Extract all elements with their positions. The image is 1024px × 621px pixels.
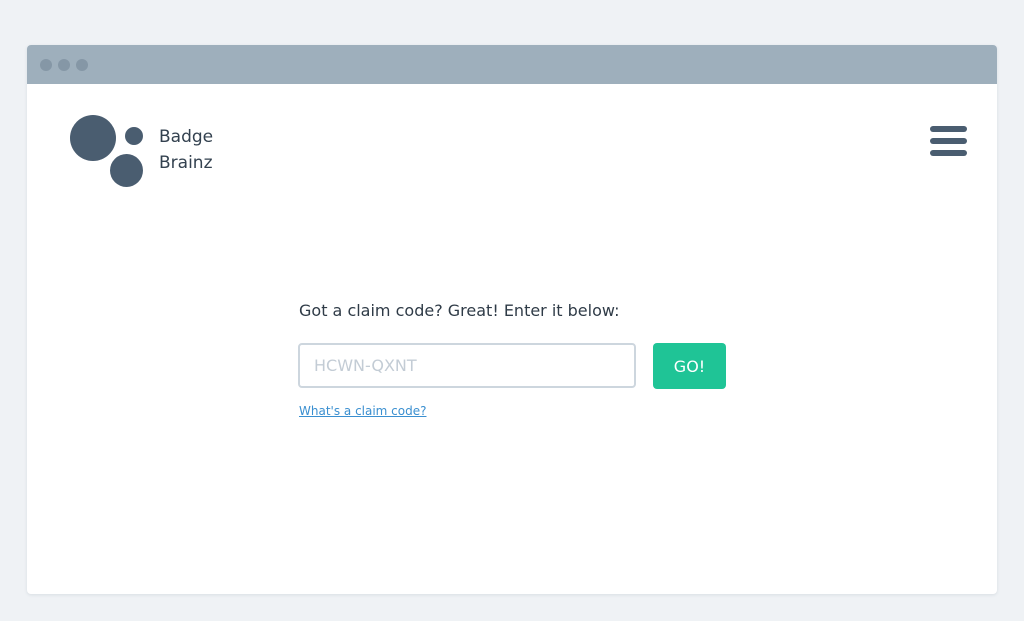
browser-titlebar — [27, 45, 997, 84]
browser-window: Badge Brainz Got a claim code? Great! En… — [27, 45, 997, 594]
logo-circle-large-icon — [70, 115, 116, 161]
claim-code-input[interactable] — [298, 343, 636, 388]
brand-logo[interactable]: Badge Brainz — [70, 115, 230, 191]
window-control-dot-1[interactable] — [40, 59, 52, 71]
window-control-dot-2[interactable] — [58, 59, 70, 71]
logo-circle-small-icon — [125, 127, 143, 145]
menu-bar-middle — [930, 138, 967, 144]
go-button[interactable]: GO! — [653, 343, 726, 389]
brand-name-line-2: Brainz — [159, 153, 213, 173]
window-control-dot-3[interactable] — [76, 59, 88, 71]
whats-a-claim-code-link[interactable]: What's a claim code? — [299, 404, 427, 418]
logo-circle-medium-icon — [110, 154, 143, 187]
brand-name-line-1: Badge — [159, 127, 214, 147]
menu-bar-top — [930, 126, 967, 132]
hamburger-menu-icon[interactable] — [930, 126, 967, 158]
menu-bar-bottom — [930, 150, 967, 156]
claim-prompt-text: Got a claim code? Great! Enter it below: — [299, 301, 620, 320]
brand-name: Badge Brainz — [159, 124, 213, 176]
